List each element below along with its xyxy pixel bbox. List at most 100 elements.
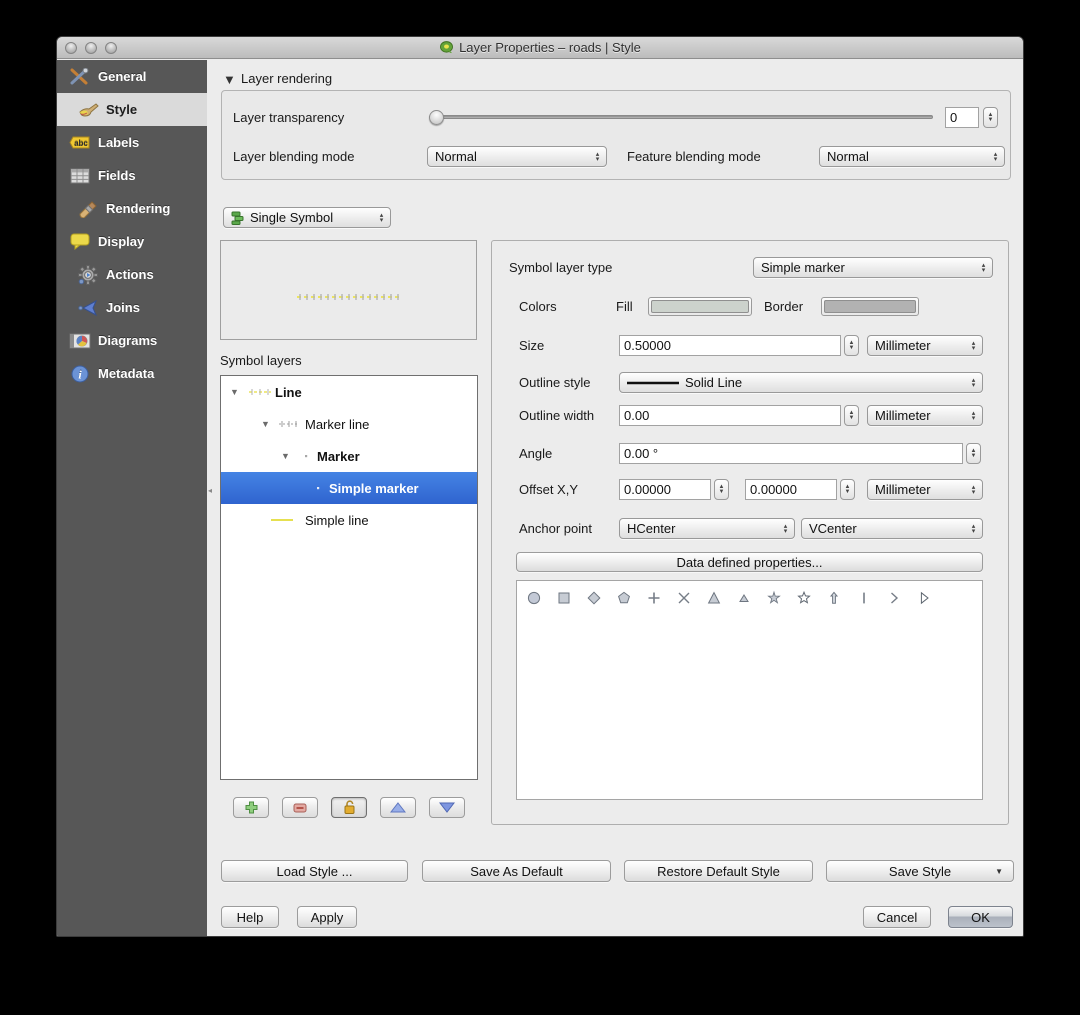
zoom-window-button[interactable] <box>105 42 117 54</box>
offset-y-stepper[interactable]: ▲ ▼ <box>840 479 855 500</box>
anchor-v-select[interactable]: VCenter ▴ ▾ <box>801 518 983 539</box>
expand-triangle-icon[interactable]: ▼ <box>281 451 290 461</box>
shape-pentagon-icon[interactable] <box>615 589 633 607</box>
offset-x-stepper[interactable]: ▲ ▼ <box>714 479 729 500</box>
shape-square-icon[interactable] <box>555 589 573 607</box>
restore-default-style-button[interactable]: Restore Default Style <box>624 860 813 882</box>
sidebar-item-metadata[interactable]: i Metadata <box>57 357 207 390</box>
outline-width-field[interactable]: 0.00 <box>619 405 841 426</box>
size-field[interactable]: 0.50000 <box>619 335 841 356</box>
transparency-stepper[interactable]: ▲ ▼ <box>983 107 998 128</box>
save-as-default-button[interactable]: Save As Default <box>422 860 611 882</box>
tree-row-marker[interactable]: ▼ Marker <box>221 440 477 472</box>
marker-shapes-box <box>516 580 983 800</box>
tree-row-line[interactable]: ▼ Line <box>221 376 477 408</box>
shape-diamond-icon[interactable] <box>585 589 603 607</box>
offset-y-field[interactable]: 0.00000 <box>745 479 837 500</box>
popup-value: Normal <box>435 149 477 164</box>
outline-width-unit-select[interactable]: Millimeter ▴ ▾ <box>867 405 983 426</box>
save-style-button[interactable]: Save Style ▼ <box>826 860 1014 882</box>
tree-label: Line <box>275 384 302 400</box>
transparency-value-field[interactable]: 0 <box>945 107 979 128</box>
help-button[interactable]: Help <box>221 906 279 928</box>
size-unit-select[interactable]: Millimeter ▴ ▾ <box>867 335 983 356</box>
layer-blending-mode-select[interactable]: Normal ▴ ▾ <box>427 146 607 167</box>
move-up-button[interactable] <box>380 797 416 818</box>
sidebar-item-actions[interactable]: Actions <box>57 258 207 291</box>
sidebar-item-rendering[interactable]: Rendering <box>57 192 207 225</box>
sidebar-item-diagrams[interactable]: Diagrams <box>57 324 207 357</box>
lock-color-button[interactable] <box>331 797 367 818</box>
add-symbol-layer-button[interactable] <box>233 797 269 818</box>
transparency-slider-handle[interactable] <box>429 110 444 125</box>
tree-label: Simple line <box>305 512 369 528</box>
data-defined-properties-button[interactable]: Data defined properties... <box>516 552 983 572</box>
sidebar-item-display[interactable]: Display <box>57 225 207 258</box>
sidebar-item-label: Actions <box>106 267 154 282</box>
shape-arrow-up-icon[interactable] <box>825 589 843 607</box>
offset-x-field[interactable]: 0.00000 <box>619 479 711 500</box>
splitter-collapse-icon[interactable]: ◂ <box>208 486 212 495</box>
ok-button[interactable]: OK <box>948 906 1013 928</box>
shape-triangle-icon[interactable] <box>705 589 723 607</box>
close-window-button[interactable] <box>65 42 77 54</box>
sidebar-item-label: Joins <box>106 300 140 315</box>
layer-properties-dialog: Layer Properties – roads | Style General… <box>56 36 1024 937</box>
updown-arrows-icon: ▴ ▾ <box>993 150 998 163</box>
style-tab-content: ◂ ▼ Layer rendering Layer transparency 0… <box>207 60 1023 936</box>
shape-star-icon[interactable] <box>795 589 813 607</box>
sidebar-item-general[interactable]: General <box>57 60 207 93</box>
expand-triangle-icon[interactable]: ▼ <box>261 419 270 429</box>
outline-style-select[interactable]: Solid Line ▴ ▾ <box>619 372 983 393</box>
apply-button[interactable]: Apply <box>297 906 357 928</box>
title-bar[interactable]: Layer Properties – roads | Style <box>57 37 1023 59</box>
expand-triangle-icon[interactable]: ▼ <box>230 387 239 397</box>
popup-value: HCenter <box>627 521 676 536</box>
updown-arrows-icon: ▴ ▾ <box>595 150 600 163</box>
popup-value: Normal <box>827 149 869 164</box>
load-style-button[interactable]: Load Style ... <box>221 860 408 882</box>
shape-chevron-right-icon[interactable] <box>885 589 903 607</box>
sidebar-item-labels[interactable]: abc Labels <box>57 126 207 159</box>
layer-rendering-header: Layer rendering <box>241 71 333 86</box>
renderer-select[interactable]: Single Symbol ▴ ▾ <box>223 207 391 228</box>
transparency-slider-track[interactable] <box>429 115 933 119</box>
minus-icon <box>293 803 307 812</box>
sidebar-item-label: Metadata <box>98 366 155 381</box>
tree-row-simple-line[interactable]: Simple line <box>221 504 477 536</box>
shape-plus-icon[interactable] <box>645 589 663 607</box>
size-stepper[interactable]: ▲ ▼ <box>844 335 859 356</box>
speech-bubble-icon <box>69 232 91 252</box>
symbol-layer-type-select[interactable]: Simple marker ▴ ▾ <box>753 257 993 278</box>
sidebar-item-joins[interactable]: Joins <box>57 291 207 324</box>
shape-star-thin-icon[interactable] <box>765 589 783 607</box>
tree-row-marker-line[interactable]: ▼ Marker line <box>221 408 477 440</box>
move-down-button[interactable] <box>429 797 465 818</box>
dropdown-triangle-icon: ▼ <box>995 866 1003 876</box>
cancel-button[interactable]: Cancel <box>863 906 931 928</box>
layer-transparency-label: Layer transparency <box>233 110 345 125</box>
updown-arrows-icon: ▴ ▾ <box>981 261 986 274</box>
anchor-h-select[interactable]: HCenter ▴ ▾ <box>619 518 795 539</box>
fill-color-button[interactable] <box>648 297 752 316</box>
tree-row-simple-marker[interactable]: Simple marker <box>221 472 477 504</box>
sidebar-item-label: Rendering <box>106 201 171 216</box>
shape-small-triangle-icon[interactable] <box>735 589 753 607</box>
remove-symbol-layer-button[interactable] <box>282 797 318 818</box>
shape-vertical-line-icon[interactable] <box>855 589 873 607</box>
feature-blending-mode-select[interactable]: Normal ▴ ▾ <box>819 146 1005 167</box>
shape-cross-icon[interactable] <box>675 589 693 607</box>
shape-circle-icon[interactable] <box>525 589 543 607</box>
disclosure-triangle-icon[interactable]: ▼ <box>223 72 236 87</box>
outline-width-stepper[interactable]: ▲ ▼ <box>844 405 859 426</box>
sidebar-item-fields[interactable]: Fields <box>57 159 207 192</box>
sidebar-item-style[interactable]: Style <box>57 93 207 126</box>
minimize-window-button[interactable] <box>85 42 97 54</box>
shape-triangle-right-icon[interactable] <box>915 589 933 607</box>
offset-unit-select[interactable]: Millimeter ▴ ▾ <box>867 479 983 500</box>
border-color-button[interactable] <box>821 297 919 316</box>
angle-stepper[interactable]: ▲ ▼ <box>966 443 981 464</box>
angle-field[interactable]: 0.00 ° <box>619 443 963 464</box>
up-triangle-icon <box>390 802 406 813</box>
border-label: Border <box>764 299 804 314</box>
